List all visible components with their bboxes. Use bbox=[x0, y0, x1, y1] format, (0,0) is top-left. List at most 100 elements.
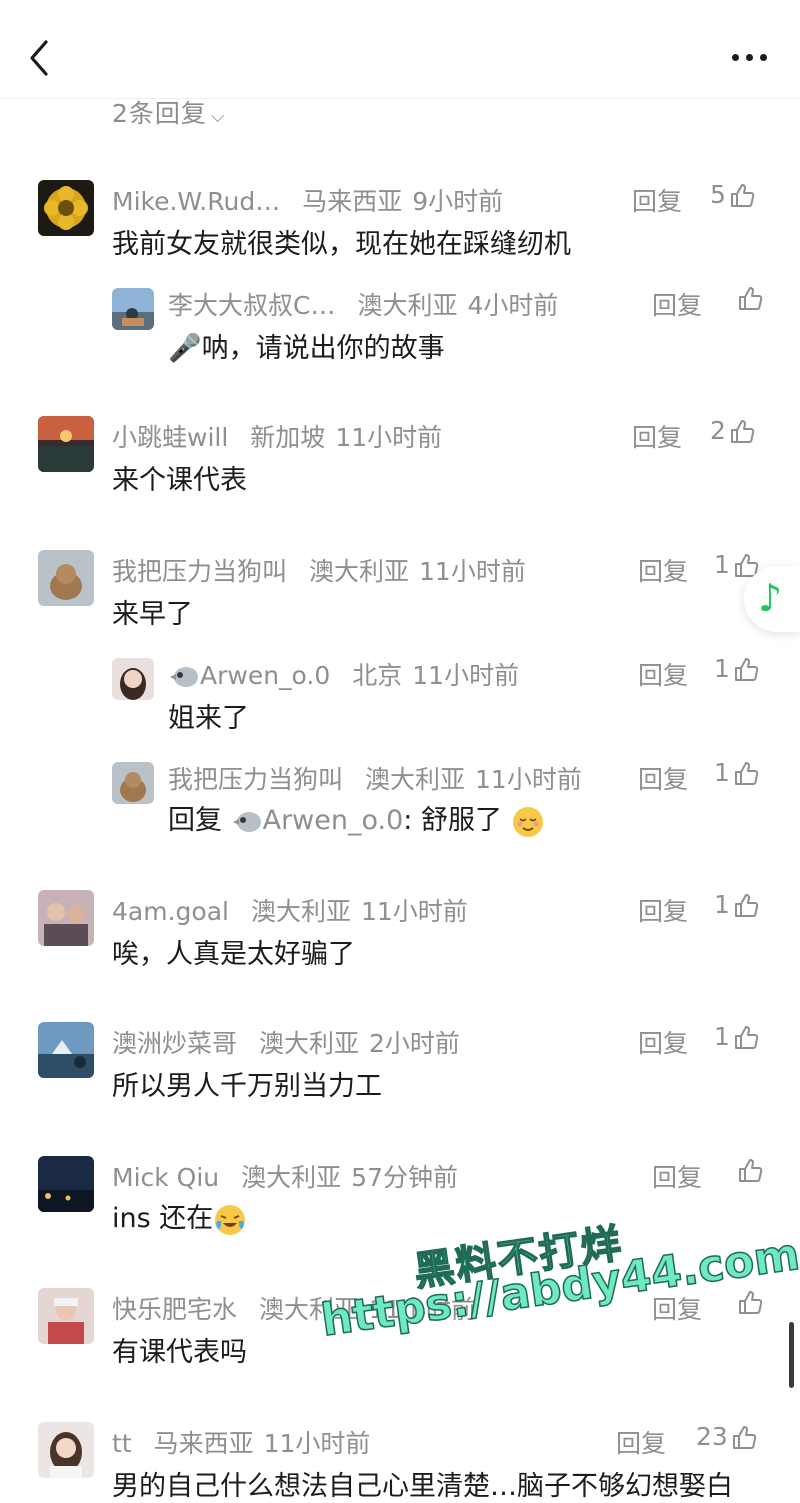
reply-button[interactable]: 回复 bbox=[638, 760, 688, 796]
timestamp: 11小时前 bbox=[335, 423, 443, 452]
username[interactable]: 4am.goal bbox=[112, 897, 229, 926]
bird-badge-icon bbox=[232, 811, 261, 832]
comment-meta: 小跳蛙will 新加坡 11小时前 bbox=[112, 418, 442, 454]
relieved-face-emoji bbox=[512, 806, 543, 837]
more-button[interactable] bbox=[730, 48, 770, 66]
comment-meta: 我把压力当狗叫 澳大利亚 11小时前 bbox=[112, 552, 526, 588]
comment-meta: 快乐肥宅水 澳大利亚 11小时前 bbox=[112, 1290, 476, 1326]
reply-button[interactable]: 回复 bbox=[638, 892, 688, 928]
location: 澳大利亚 bbox=[259, 1295, 360, 1324]
location: 新加坡 bbox=[250, 423, 326, 452]
comment-meta: 澳洲炒菜哥 澳大利亚 2小时前 bbox=[112, 1024, 460, 1060]
top-bar bbox=[0, 0, 800, 99]
avatar[interactable] bbox=[38, 180, 94, 236]
reply-button[interactable]: 回复 bbox=[638, 552, 688, 588]
location: 北京 bbox=[352, 661, 403, 690]
back-button[interactable] bbox=[24, 38, 56, 78]
thumbs-up-icon bbox=[734, 1025, 759, 1049]
comment-text: ins 还在 bbox=[112, 1196, 247, 1237]
thumbs-up-icon bbox=[732, 1425, 757, 1449]
avatar[interactable] bbox=[38, 1156, 94, 1212]
mention-user[interactable]: Arwen_o.0 bbox=[263, 805, 404, 836]
location: 澳大利亚 bbox=[241, 1163, 342, 1192]
reply-button[interactable]: 回复 bbox=[638, 656, 688, 692]
username[interactable]: Mick Qiu bbox=[112, 1163, 219, 1192]
location: 马来西亚 bbox=[302, 187, 403, 216]
username[interactable]: Mike.W.Rud… bbox=[112, 187, 280, 216]
like-button[interactable] bbox=[734, 284, 764, 312]
like-button[interactable]: 1 bbox=[714, 890, 760, 919]
avatar[interactable] bbox=[112, 288, 154, 330]
username[interactable]: 快乐肥宅水 bbox=[112, 1295, 237, 1324]
location: 澳大利亚 bbox=[309, 557, 410, 586]
back-chevron-icon bbox=[30, 40, 48, 76]
timestamp: 11小时前 bbox=[263, 1429, 371, 1458]
avatar[interactable] bbox=[112, 658, 154, 700]
avatar[interactable] bbox=[38, 1022, 94, 1078]
like-button[interactable]: 1 bbox=[714, 758, 760, 787]
like-button[interactable]: 2 bbox=[710, 416, 756, 445]
username[interactable]: 我把压力当狗叫 bbox=[168, 765, 343, 794]
thumbs-up-icon bbox=[730, 419, 755, 443]
thumbs-up-icon bbox=[739, 1159, 763, 1182]
scrollbar[interactable] bbox=[789, 1322, 794, 1388]
username[interactable]: 小跳蛙will bbox=[112, 423, 228, 452]
comment-text: 🎤呐，请说出你的故事 bbox=[168, 333, 445, 364]
username[interactable]: 我把压力当狗叫 bbox=[112, 557, 287, 586]
collapse-replies-toggle[interactable]: 2条回复 ⌵ bbox=[112, 94, 226, 130]
location: 澳大利亚 bbox=[365, 765, 466, 794]
reply-button[interactable]: 回复 bbox=[652, 286, 702, 322]
thumbs-up-icon bbox=[739, 1291, 763, 1314]
bird-badge-icon bbox=[170, 667, 198, 687]
timestamp: 11小时前 bbox=[475, 765, 582, 794]
comment-text: 姐来了 bbox=[168, 703, 249, 734]
username[interactable]: 澳洲炒菜哥 bbox=[112, 1029, 237, 1058]
like-button[interactable]: 23 bbox=[696, 1422, 758, 1451]
avatar[interactable] bbox=[38, 890, 94, 946]
collapse-replies-label: 2条回复 bbox=[112, 99, 207, 128]
comment-text: 所以男人千万别当力工 bbox=[112, 1071, 382, 1102]
reply-button[interactable]: 回复 bbox=[652, 1158, 702, 1194]
comment-text: 唉，人真是太好骗了 bbox=[112, 939, 355, 970]
like-button[interactable]: 5 bbox=[710, 180, 756, 209]
avatar[interactable] bbox=[112, 762, 154, 804]
like-button[interactable] bbox=[734, 1156, 764, 1184]
timestamp: 9小时前 bbox=[412, 187, 504, 216]
comment-text: 有课代表吗 bbox=[112, 1337, 247, 1368]
like-count: 5 bbox=[710, 180, 726, 209]
music-note-icon: ♪ bbox=[758, 576, 783, 620]
comment-meta: 4am.goal 澳大利亚 11小时前 bbox=[112, 892, 468, 928]
reply-button[interactable]: 回复 bbox=[616, 1424, 666, 1460]
like-count: 1 bbox=[714, 890, 730, 919]
comment-text: 回复 Arwen_o.0: 舒服了 bbox=[168, 798, 545, 839]
timestamp: 11小时前 bbox=[419, 557, 526, 586]
like-button[interactable] bbox=[734, 1288, 764, 1316]
location: 澳大利亚 bbox=[250, 897, 351, 926]
watermark-text: 黑料不打烊 bbox=[411, 1220, 627, 1296]
avatar[interactable] bbox=[38, 416, 94, 472]
avatar[interactable] bbox=[38, 1422, 94, 1478]
username[interactable]: 李大大叔叔C… bbox=[168, 291, 335, 320]
reply-button[interactable]: 回复 bbox=[638, 1024, 688, 1060]
like-button[interactable]: 1 bbox=[714, 1022, 760, 1051]
watermark-url: https://abdy44.com bbox=[317, 1228, 800, 1347]
username[interactable]: Arwen_o.0 bbox=[168, 661, 330, 690]
avatar[interactable] bbox=[38, 550, 94, 606]
like-button[interactable]: 1 bbox=[714, 654, 760, 683]
comment-text: 男的自己什么想法自己心里清楚…脑子不够幻想娶白 bbox=[112, 1471, 733, 1502]
reply-button[interactable]: 回复 bbox=[632, 182, 682, 218]
username[interactable]: tt bbox=[112, 1429, 132, 1458]
like-count: 1 bbox=[714, 654, 730, 683]
thumbs-up-icon bbox=[734, 761, 759, 785]
reply-button[interactable]: 回复 bbox=[652, 1290, 702, 1326]
comment-meta: tt 马来西亚 11小时前 bbox=[112, 1424, 370, 1460]
music-float-button[interactable]: ♪ bbox=[744, 566, 800, 632]
timestamp: 4小时前 bbox=[467, 291, 559, 320]
avatar[interactable] bbox=[38, 1288, 94, 1344]
like-count: 1 bbox=[714, 550, 730, 579]
reply-button[interactable]: 回复 bbox=[632, 418, 682, 454]
location: 澳大利亚 bbox=[357, 291, 458, 320]
crying-laughing-emoji bbox=[215, 1204, 246, 1235]
like-count: 2 bbox=[710, 416, 726, 445]
location: 澳大利亚 bbox=[259, 1029, 360, 1058]
